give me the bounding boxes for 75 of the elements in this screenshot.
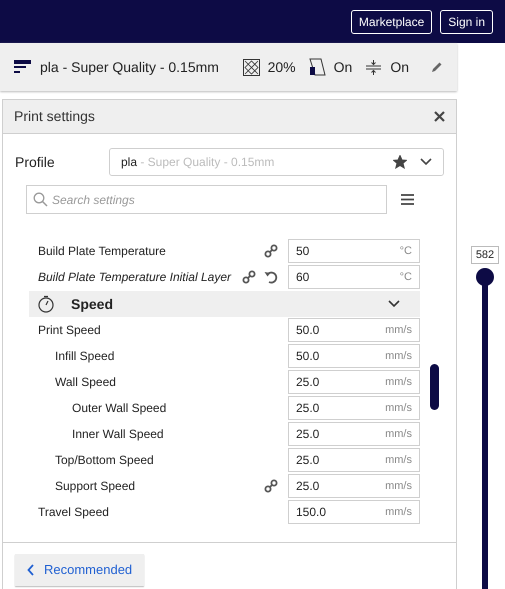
profile-name: pla - Super Quality - 0.15mm xyxy=(40,58,219,77)
panel-title: Print settings xyxy=(14,107,95,126)
scrollbar-thumb[interactable] xyxy=(430,364,439,410)
setting-label: Build Plate Temperature Initial Layer xyxy=(38,269,231,286)
support-value: On xyxy=(334,58,352,76)
profile-dropdown-name: pla xyxy=(121,154,138,171)
profile-dropdown-detail: - Super Quality - 0.15mm xyxy=(139,154,274,171)
support-icon xyxy=(308,58,326,76)
stopwatch-icon xyxy=(37,295,55,313)
setting-label: Build Plate Temperature xyxy=(38,243,166,260)
setting-label: Infill Speed xyxy=(55,348,114,365)
setting-field[interactable]: 25.0 mm/s xyxy=(288,474,420,498)
setting-label: Support Speed xyxy=(55,478,136,495)
link-icon[interactable] xyxy=(242,270,256,284)
menu-icon[interactable] xyxy=(401,194,414,205)
edit-icon[interactable] xyxy=(431,61,443,73)
undo-icon[interactable] xyxy=(264,270,278,284)
layer-number: 582 xyxy=(470,246,500,264)
setting-field[interactable]: 150.0 mm/s xyxy=(288,500,420,524)
unit-label: mm/s xyxy=(385,400,412,416)
chevron-left-icon xyxy=(27,564,34,576)
adhesion-value: On xyxy=(390,58,409,76)
search-icon xyxy=(33,192,48,207)
recommended-button[interactable]: Recommended xyxy=(15,554,144,586)
unit-label: mm/s xyxy=(385,426,412,442)
setting-label: Top/Bottom Speed xyxy=(55,452,154,469)
profile-label: Profile xyxy=(15,152,56,172)
setting-label: Wall Speed xyxy=(55,374,116,391)
setting-value: 25.0 xyxy=(296,374,320,391)
setting-label: Inner Wall Speed xyxy=(72,426,164,443)
setting-field[interactable]: 25.0 mm/s xyxy=(288,448,420,472)
unit-label: mm/s xyxy=(385,348,412,364)
header-button[interactable]: Sign in xyxy=(440,10,493,34)
unit-label: mm/s xyxy=(385,322,412,338)
setting-field[interactable]: 50.0 mm/s xyxy=(288,318,420,342)
setting-field[interactable]: 25.0 mm/s xyxy=(288,396,420,420)
setting-field[interactable]: 25.0 mm/s xyxy=(288,422,420,446)
header-button[interactable]: Marketplace xyxy=(350,10,432,34)
setting-label: Print Speed xyxy=(38,322,101,339)
setting-value: 50.0 xyxy=(296,348,320,365)
profile-dropdown[interactable]: pla - Super Quality - 0.15mm xyxy=(109,148,444,176)
setting-value: 25.0 xyxy=(296,426,320,443)
unit-label: mm/s xyxy=(385,374,412,390)
unit-label: °C xyxy=(400,270,412,285)
setting-value: 150.0 xyxy=(296,504,326,521)
profile-icon xyxy=(14,60,32,74)
unit-label: mm/s xyxy=(385,478,412,494)
layer-slider-handle[interactable] xyxy=(476,268,494,286)
close-icon[interactable] xyxy=(434,111,445,122)
setting-field[interactable]: 60 °C xyxy=(288,265,420,289)
chevron-down-icon[interactable] xyxy=(420,158,432,166)
category-label: Speed xyxy=(71,294,114,314)
setting-value: 25.0 xyxy=(296,452,320,469)
setting-value: 50.0 xyxy=(296,322,320,339)
link-icon[interactable] xyxy=(264,244,278,258)
infill-value: 20% xyxy=(268,58,296,76)
setting-value: 25.0 xyxy=(296,400,320,417)
setting-value: 25.0 xyxy=(296,478,320,495)
star-icon[interactable] xyxy=(393,155,407,169)
category-header[interactable]: Speed xyxy=(29,291,420,317)
setting-value: 60 xyxy=(296,269,310,286)
setting-field[interactable]: 50 °C xyxy=(288,239,420,263)
setting-field[interactable]: 25.0 mm/s xyxy=(288,370,420,394)
setting-value: 50 xyxy=(296,243,310,260)
unit-label: mm/s xyxy=(385,452,412,468)
infill-icon xyxy=(242,58,260,76)
link-icon[interactable] xyxy=(264,479,278,493)
print-setup-bar[interactable]: pla - Super Quality - 0.15mm 20% On On xyxy=(0,43,457,91)
unit-label: °C xyxy=(400,244,412,259)
unit-label: mm/s xyxy=(385,504,412,520)
search-field[interactable]: Search settings xyxy=(26,185,387,214)
setting-field[interactable]: 50.0 mm/s xyxy=(288,344,420,368)
setting-label: Outer Wall Speed xyxy=(72,400,166,417)
adhesion-icon xyxy=(365,58,382,76)
setting-label: Travel Speed xyxy=(38,504,109,521)
